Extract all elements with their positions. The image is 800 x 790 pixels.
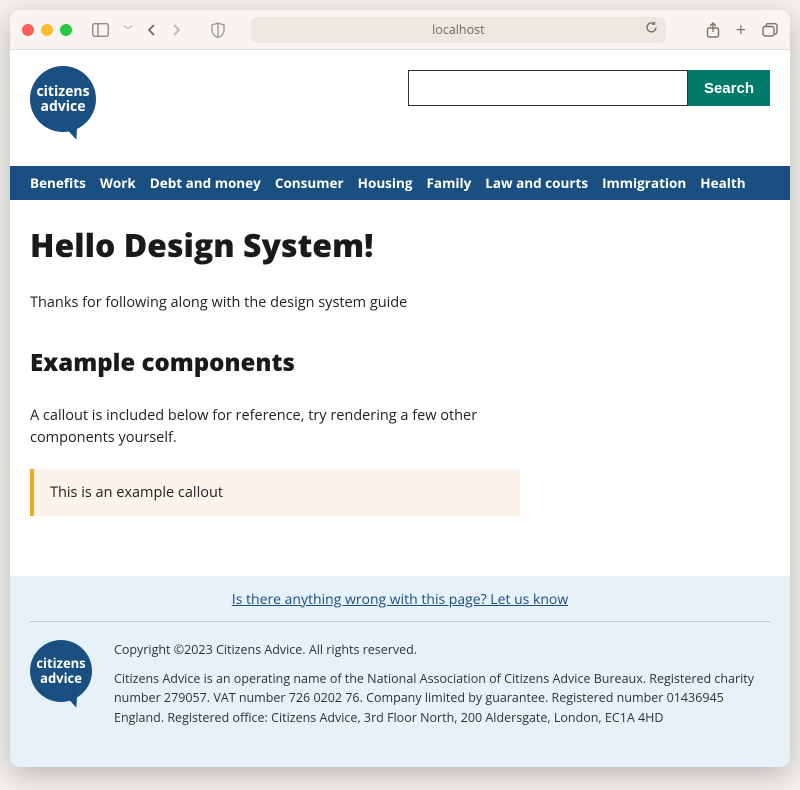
- browser-window: ﹀ localhost +: [10, 10, 790, 767]
- site-header: citizens advice Search: [10, 50, 790, 166]
- forward-button[interactable]: [171, 23, 181, 37]
- legal-text: Citizens Advice is an operating name of …: [114, 669, 770, 727]
- back-button[interactable]: [147, 23, 157, 37]
- privacy-shield-icon[interactable]: [211, 22, 225, 38]
- feedback-link[interactable]: Is there anything wrong with this page? …: [232, 590, 568, 609]
- search-form: Search: [408, 70, 770, 106]
- share-icon[interactable]: [706, 22, 720, 38]
- window-controls: [22, 24, 72, 36]
- maximize-window-button[interactable]: [60, 24, 72, 36]
- minimize-window-button[interactable]: [41, 24, 53, 36]
- footer-brand-line2: advice: [40, 671, 82, 685]
- brand-logo[interactable]: citizens advice: [30, 66, 102, 138]
- reload-icon[interactable]: [645, 21, 658, 38]
- nav-item-benefits[interactable]: Benefits: [30, 174, 86, 192]
- search-button[interactable]: Search: [688, 70, 770, 106]
- nav-item-law-and-courts[interactable]: Law and courts: [485, 174, 588, 192]
- nav-item-consumer[interactable]: Consumer: [275, 174, 344, 192]
- address-bar[interactable]: localhost: [251, 17, 666, 43]
- new-tab-icon[interactable]: +: [736, 18, 746, 42]
- example-callout: This is an example callout: [30, 469, 520, 516]
- primary-nav: Benefits Work Debt and money Consumer Ho…: [10, 166, 790, 200]
- titlebar: ﹀ localhost +: [10, 10, 790, 50]
- section-heading: Example components: [30, 346, 770, 379]
- nav-item-immigration[interactable]: Immigration: [602, 174, 686, 192]
- sidebar-toggle-icon[interactable]: [92, 23, 109, 37]
- nav-item-debt-and-money[interactable]: Debt and money: [150, 174, 261, 192]
- section-description: A callout is included below for referenc…: [30, 405, 500, 449]
- site-footer: Is there anything wrong with this page? …: [10, 576, 790, 768]
- main-content: Hello Design System! Thanks for followin…: [10, 200, 790, 576]
- copyright-text: Copyright ©2023 Citizens Advice. All rig…: [114, 640, 770, 659]
- tabs-overview-icon[interactable]: [762, 23, 778, 37]
- nav-item-family[interactable]: Family: [427, 174, 472, 192]
- page: citizens advice Search Benefits Work Deb…: [10, 50, 790, 767]
- callout-text: This is an example callout: [50, 483, 223, 502]
- feedback-bar: Is there anything wrong with this page? …: [30, 590, 770, 622]
- nav-item-work[interactable]: Work: [100, 174, 136, 192]
- nav-item-health[interactable]: Health: [700, 174, 745, 192]
- brand-line2: advice: [40, 99, 85, 114]
- chevron-down-icon[interactable]: ﹀: [123, 22, 133, 37]
- close-window-button[interactable]: [22, 24, 34, 36]
- page-title: Hello Design System!: [30, 224, 770, 267]
- search-input[interactable]: [408, 70, 688, 106]
- nav-item-housing[interactable]: Housing: [358, 174, 413, 192]
- footer-brand-logo[interactable]: citizens advice: [30, 640, 96, 706]
- address-text: localhost: [432, 21, 484, 38]
- intro-text: Thanks for following along with the desi…: [30, 293, 770, 312]
